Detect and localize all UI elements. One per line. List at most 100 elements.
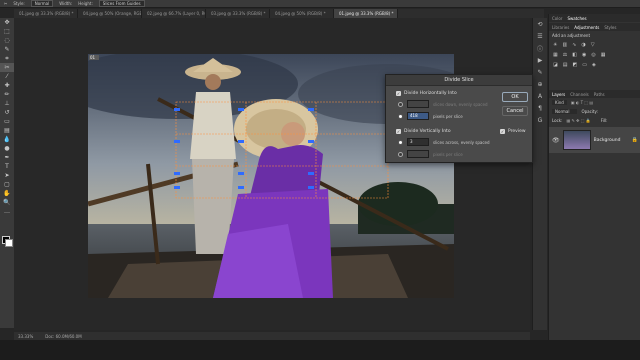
status-bar: 33.33% Doc: 60.0M/60.0M: [14, 332, 530, 340]
tab-swatches[interactable]: Swatches: [567, 16, 586, 21]
ok-button[interactable]: OK: [502, 92, 528, 102]
crop-tool-icon[interactable]: ⌗: [0, 54, 14, 63]
curves-icon[interactable]: ∿: [572, 42, 576, 48]
hue-saturation-icon[interactable]: ▦: [553, 52, 558, 58]
lock-icons[interactable]: ▦ ✎ ✥ ⬚ 🔒: [566, 118, 590, 123]
stamp-tool-icon[interactable]: ⊥: [0, 99, 14, 108]
eyedropper-tool-icon[interactable]: ⁄: [0, 72, 14, 81]
slice-tool-icon[interactable]: ✂: [0, 63, 14, 72]
tab-color[interactable]: Color: [552, 16, 562, 21]
slice-tool-icon[interactable]: ✂: [4, 1, 7, 6]
vertical-group: ✓ Divide Vertically Into 3 slices across…: [396, 129, 506, 158]
vertical-pixels-field[interactable]: [407, 150, 429, 158]
horizontal-divide-label: Divide Horizontally Into: [404, 91, 457, 96]
properties-icon[interactable]: ☰: [533, 30, 547, 42]
type-tool-icon[interactable]: T: [0, 162, 14, 171]
levels-icon[interactable]: ▥: [562, 42, 567, 48]
exposure-icon[interactable]: ◑: [581, 42, 585, 48]
color-balance-icon[interactable]: ⚖: [563, 52, 567, 58]
tab-libraries[interactable]: Libraries: [552, 25, 569, 30]
character-icon[interactable]: A: [533, 90, 547, 102]
path-select-tool-icon[interactable]: ➤: [0, 171, 14, 180]
healing-tool-icon[interactable]: ✚: [0, 81, 14, 90]
info-icon[interactable]: ⓘ: [533, 42, 547, 54]
horizontal-pixels-row: 418 pixels per slice: [398, 112, 491, 120]
brush-tool-icon[interactable]: ✏: [0, 90, 14, 99]
style-select[interactable]: Normal: [30, 0, 54, 7]
history-icon[interactable]: ⟲: [533, 18, 547, 30]
quick-select-tool-icon[interactable]: ✎: [0, 45, 14, 54]
vertical-slices-text: slices across, evenly spaced: [433, 139, 490, 145]
brushes-icon[interactable]: ✎: [533, 66, 547, 78]
vibrance-icon[interactable]: ▽: [591, 42, 595, 48]
shape-tool-icon[interactable]: ▢: [0, 180, 14, 189]
document-tab[interactable]: 02.jpeg @ 66.7% (Layer 0, RGB/8) *: [142, 9, 206, 18]
vertical-slices-field[interactable]: 3: [407, 138, 429, 146]
channel-mixer-icon[interactable]: ◎: [591, 52, 595, 58]
clone-source-icon[interactable]: ⊕: [533, 78, 547, 90]
dialog-title[interactable]: Divide Slice: [386, 75, 532, 86]
layer-name[interactable]: Background: [594, 138, 621, 143]
document-tab[interactable]: 03.jpeg @ 33.3% (RGB/8) *: [206, 9, 270, 18]
kind-filter[interactable]: Kind: [552, 100, 567, 105]
blend-row: Normal Opacity:: [549, 107, 640, 116]
tools-panel: ✥ ⬚ ◌ ✎ ⌗ ✂ ⁄ ✚ ✏ ⊥ ↺ ▭ ▤ 💧 ● ✒ T ➤ ▢ ✋ …: [0, 18, 15, 328]
invert-icon[interactable]: ◪: [553, 62, 558, 68]
document-tab[interactable]: 04.jpeg @ 50% (Orange, RGB/8) *: [78, 9, 142, 18]
horizontal-slices-row: slices down, evenly spaced: [398, 100, 491, 108]
selective-color-icon[interactable]: ◈: [592, 62, 596, 68]
horizontal-divide-checkbox-row[interactable]: ✓ Divide Horizontally Into: [396, 91, 491, 96]
vertical-pixels-radio[interactable]: [398, 151, 403, 157]
slices-from-guides-button[interactable]: Slices From Guides: [98, 0, 145, 7]
more-tools-icon[interactable]: …: [0, 207, 14, 216]
horizontal-divide-checkbox[interactable]: ✓: [396, 91, 401, 96]
height-label: Height:: [78, 1, 93, 6]
tab-styles[interactable]: Styles: [604, 25, 616, 30]
posterize-icon[interactable]: ▤: [563, 62, 568, 68]
horizontal-slices-field[interactable]: [407, 100, 429, 108]
gradient-tool-icon[interactable]: ▤: [0, 126, 14, 135]
vertical-divide-checkbox-row[interactable]: ✓ Divide Vertically Into: [396, 129, 506, 134]
eraser-tool-icon[interactable]: ▭: [0, 117, 14, 126]
visibility-eye-icon[interactable]: 👁: [552, 137, 560, 144]
threshold-icon[interactable]: ◩: [572, 62, 577, 68]
document-tab-active[interactable]: 01.jpeg @ 33.3% (RGB/8) *: [334, 9, 398, 18]
document-tab[interactable]: 04.jpeg @ 50% (RGB/8) *: [270, 9, 334, 18]
color-lookup-icon[interactable]: ▦: [601, 52, 606, 58]
doc-size: Doc: 60.0M/60.0M: [45, 333, 82, 339]
paragraph-icon[interactable]: ¶: [533, 102, 547, 114]
gradient-map-icon[interactable]: ▭: [582, 62, 587, 68]
photo-filter-icon[interactable]: ◉: [582, 52, 586, 58]
marquee-tool-icon[interactable]: ⬚: [0, 27, 14, 36]
preview-checkbox[interactable]: ✓: [500, 129, 505, 134]
blur-tool-icon[interactable]: 💧: [0, 135, 14, 144]
document-tab[interactable]: 01.jpeg @ 33.3% (RGB/8) *: [14, 9, 78, 18]
zoom-level[interactable]: 33.33%: [18, 334, 33, 339]
tab-adjustments[interactable]: Adjustments: [574, 25, 599, 30]
glyphs-icon[interactable]: Ǥ: [533, 114, 547, 126]
actions-icon[interactable]: ▶: [533, 54, 547, 66]
tab-channels[interactable]: Channels: [570, 92, 589, 97]
black-white-icon[interactable]: ◧: [572, 52, 577, 58]
blend-mode-select[interactable]: Normal: [552, 109, 578, 114]
cancel-button[interactable]: Cancel: [502, 106, 528, 116]
pen-tool-icon[interactable]: ✒: [0, 153, 14, 162]
zoom-tool-icon[interactable]: 🔍: [0, 198, 14, 207]
hand-tool-icon[interactable]: ✋: [0, 189, 14, 198]
history-brush-tool-icon[interactable]: ↺: [0, 108, 14, 117]
horizontal-pixels-field[interactable]: 418: [407, 112, 429, 120]
tab-layers[interactable]: Layers: [552, 92, 565, 97]
fill-label: Fill:: [600, 118, 608, 123]
horizontal-pixels-radio[interactable]: [398, 113, 403, 119]
brightness-icon[interactable]: ☀: [553, 42, 557, 48]
horizontal-slices-radio[interactable]: [398, 101, 403, 107]
lasso-tool-icon[interactable]: ◌: [0, 36, 14, 45]
move-tool-icon[interactable]: ✥: [0, 18, 14, 27]
dodge-tool-icon[interactable]: ●: [0, 144, 14, 153]
preview-checkbox-row[interactable]: ✓ Preview: [500, 129, 526, 134]
tab-paths[interactable]: Paths: [594, 92, 605, 97]
layer-row-background[interactable]: 👁 Background 🔒: [549, 127, 640, 153]
vertical-divide-checkbox[interactable]: ✓: [396, 129, 401, 134]
vertical-slices-radio[interactable]: [398, 139, 403, 145]
background-color-swatch[interactable]: [5, 239, 13, 247]
